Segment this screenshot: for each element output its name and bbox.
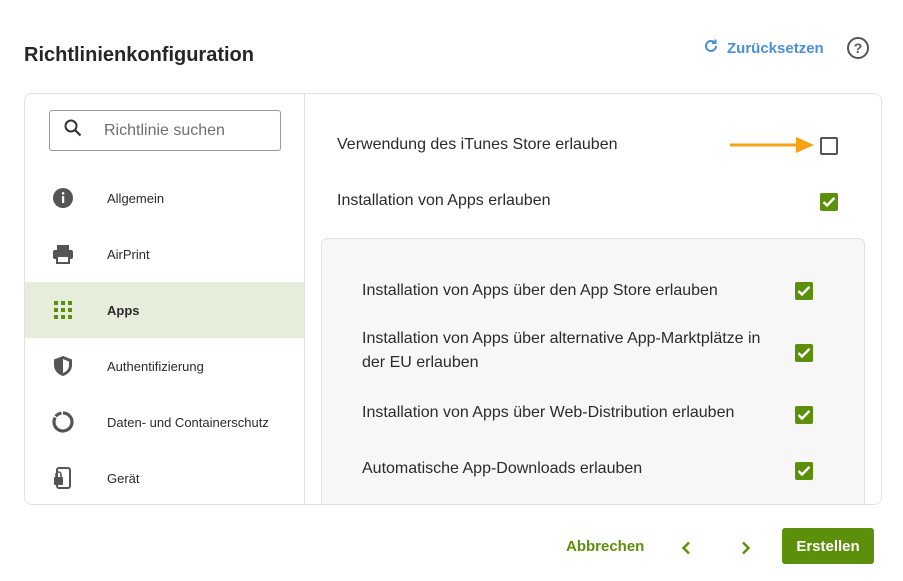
sidebar-item-label: Apps — [107, 302, 140, 318]
chevron-right-icon — [742, 541, 751, 555]
sidebar-item-label: Daten- und Containerschutz — [107, 414, 269, 430]
sidebar-item-label: AirPrint — [107, 246, 150, 262]
next-button[interactable] — [736, 538, 756, 558]
sidebar: Allgemein AirPrint Apps Authentifizier — [25, 94, 305, 504]
sidebar-item-allgemein[interactable]: Allgemein — [25, 170, 304, 226]
sidebar-item-label: Authentifizierung — [107, 358, 204, 374]
checkmark-icon — [797, 347, 811, 359]
sidebar-item-datenschutz[interactable]: Daten- und Containerschutz — [25, 394, 304, 450]
search-field[interactable] — [49, 110, 281, 151]
search-input[interactable] — [104, 121, 254, 140]
install-apps-label: Installation von Apps erlauben — [337, 192, 551, 209]
auto-downloads-label: Automatische App-Downloads erlauben — [362, 460, 643, 477]
settings-content: Verwendung des iTunes Store erlauben Ins… — [305, 94, 881, 504]
sidebar-item-airprint[interactable]: AirPrint — [25, 226, 304, 282]
cancel-button[interactable]: Abbrechen — [566, 538, 644, 555]
app-store-checkbox[interactable] — [795, 282, 813, 300]
app-install-subpanel: Installation von Apps über den App Store… — [321, 238, 865, 504]
auto-downloads-checkbox[interactable] — [795, 462, 813, 480]
reset-button[interactable]: Zurücksetzen — [703, 38, 824, 58]
apps-grid-icon — [51, 298, 75, 322]
device-lock-icon — [51, 466, 75, 490]
sidebar-item-geraet[interactable]: Gerät — [25, 450, 304, 504]
sidebar-item-apps[interactable]: Apps — [25, 282, 304, 338]
itunes-store-checkbox[interactable] — [820, 137, 838, 155]
reset-label: Zurücksetzen — [727, 39, 824, 57]
sidebar-item-label: Allgemein — [107, 190, 165, 206]
previous-button[interactable] — [676, 538, 696, 558]
alt-marketplaces-checkbox[interactable] — [795, 344, 813, 362]
app-store-label: Installation von Apps über den App Store… — [362, 282, 718, 299]
sidebar-item-label: Gerät — [107, 470, 140, 486]
page-title: Richtlinienkonfiguration — [24, 44, 254, 66]
checkmark-icon — [822, 196, 836, 208]
arrow-right-icon — [730, 137, 814, 153]
create-button[interactable]: Erstellen — [782, 528, 874, 564]
install-apps-checkbox[interactable] — [820, 193, 838, 211]
chevron-left-icon — [681, 541, 690, 555]
info-icon — [51, 186, 75, 210]
alt-marketplaces-label: Installation von Apps über alternative A… — [362, 330, 761, 371]
sidebar-item-authentifizierung[interactable]: Authentifizierung — [25, 338, 304, 394]
printer-icon — [51, 242, 75, 266]
checkmark-icon — [797, 285, 811, 297]
itunes-store-label: Verwendung des iTunes Store erlauben — [337, 136, 618, 153]
checkmark-icon — [797, 409, 811, 421]
shield-icon — [51, 354, 75, 378]
web-distribution-label: Installation von Apps über Web-Distribut… — [362, 404, 735, 421]
refresh-icon — [703, 38, 719, 58]
search-icon — [64, 119, 82, 142]
policy-panel: Allgemein AirPrint Apps Authentifizier — [24, 93, 882, 505]
help-icon[interactable]: ? — [847, 37, 869, 59]
web-distribution-checkbox[interactable] — [795, 406, 813, 424]
checkmark-icon — [797, 465, 811, 477]
ring-icon — [51, 410, 75, 434]
